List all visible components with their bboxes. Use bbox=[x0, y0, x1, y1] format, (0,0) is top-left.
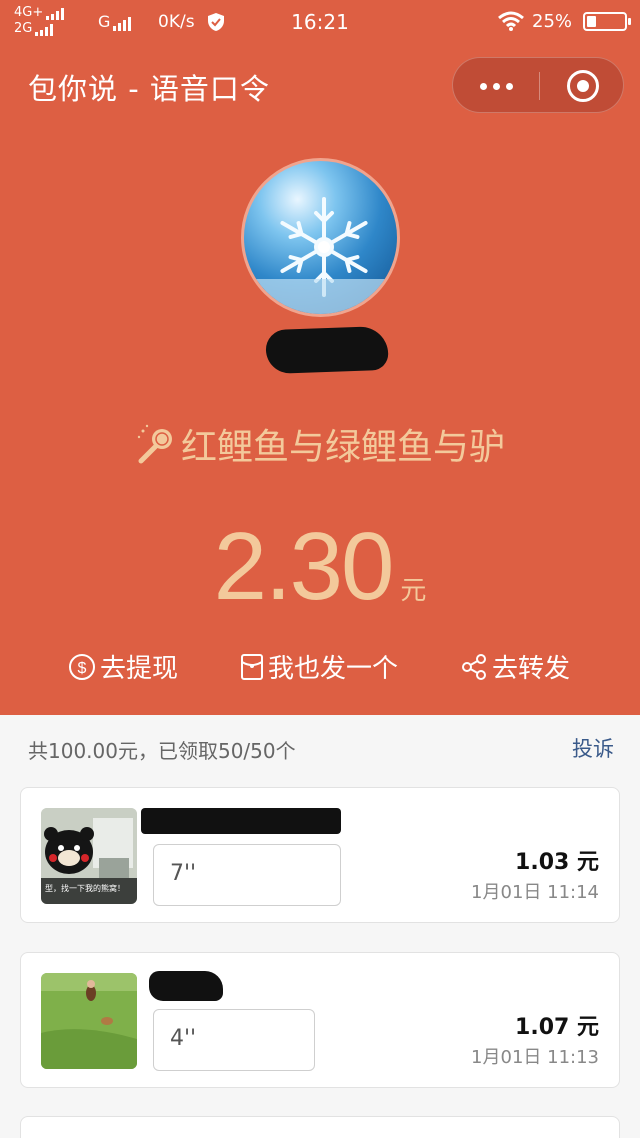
action-bar: $ 去提现 我也发一个 去转发 bbox=[0, 648, 640, 692]
record-avatar[interactable] bbox=[41, 973, 137, 1069]
microphone-icon bbox=[137, 424, 172, 464]
snowflake-icon bbox=[244, 197, 397, 314]
voice-duration: 7'' bbox=[170, 861, 197, 886]
amount-unit: 元 bbox=[400, 576, 427, 606]
header-panel: 4G+ 2G G 0K/s 16:21 25% 包你说 - 语音口令 红鲤鱼与绿… bbox=[0, 0, 640, 715]
report-link[interactable]: 投诉 bbox=[572, 733, 614, 763]
record-card: 型，找一下我的熊窝！ 7'' 1.03 元 1月01日 11:14 bbox=[20, 787, 620, 923]
dog-photo bbox=[41, 973, 137, 1069]
target-icon bbox=[577, 80, 589, 92]
dollar-circle-icon: $ bbox=[69, 653, 95, 680]
more-options-button[interactable] bbox=[453, 58, 539, 114]
photo-caption: 型，找一下我的熊窝！ bbox=[45, 884, 125, 893]
record-card: 4'' 1.07 元 1月01日 11:13 bbox=[20, 952, 620, 1088]
send-one-button[interactable]: 我也发一个 bbox=[240, 648, 398, 685]
red-packet-icon bbox=[241, 653, 263, 680]
share-icon bbox=[462, 653, 486, 680]
withdraw-label: 去提现 bbox=[100, 654, 179, 684]
sender-avatar[interactable] bbox=[241, 158, 400, 317]
sender-name-redacted bbox=[265, 325, 389, 375]
record-card bbox=[20, 1116, 620, 1138]
forward-button[interactable]: 去转发 bbox=[460, 648, 570, 685]
close-mini-program-button[interactable] bbox=[567, 70, 599, 102]
forward-label: 去转发 bbox=[492, 654, 571, 684]
username-redacted bbox=[149, 971, 223, 1001]
capsule-divider bbox=[539, 72, 540, 100]
phrase-text: 红鲤鱼与绿鲤鱼与驴 bbox=[180, 427, 505, 468]
record-time: 1月01日 11:13 bbox=[471, 1047, 599, 1068]
send-one-label: 我也发一个 bbox=[268, 654, 399, 684]
username-redacted bbox=[141, 808, 341, 834]
voice-message-button[interactable]: 7'' bbox=[153, 844, 341, 906]
battery-level bbox=[587, 16, 596, 27]
voice-message-button[interactable]: 4'' bbox=[153, 1009, 315, 1071]
summary-bar: 共100.00元，已领取50/50个 投诉 bbox=[0, 715, 640, 781]
voice-phrase: 红鲤鱼与绿鲤鱼与驴 bbox=[0, 418, 640, 470]
page-title: 包你说 - 语音口令 bbox=[28, 72, 270, 106]
svg-text:$: $ bbox=[78, 660, 87, 677]
record-avatar[interactable]: 型，找一下我的熊窝！ bbox=[41, 808, 137, 904]
withdraw-button[interactable]: $ 去提现 bbox=[68, 648, 178, 685]
mini-program-capsule bbox=[452, 57, 624, 113]
record-amount: 1.03 元 bbox=[515, 850, 599, 875]
record-amount: 1.07 元 bbox=[515, 1015, 599, 1040]
more-dot-icon bbox=[479, 82, 487, 90]
battery-icon bbox=[583, 12, 631, 31]
received-amount: 2.30 元 bbox=[0, 512, 640, 622]
claim-summary: 共100.00元，已领取50/50个 bbox=[28, 739, 296, 763]
status-bar: 4G+ 2G G 0K/s 16:21 25% bbox=[0, 0, 640, 44]
record-time: 1月01日 11:14 bbox=[471, 882, 599, 903]
more-dot-icon bbox=[505, 82, 513, 90]
voice-duration: 4'' bbox=[170, 1026, 197, 1051]
amount-value: 2.30 bbox=[213, 513, 395, 620]
wifi-icon bbox=[498, 11, 524, 31]
more-dot-icon bbox=[492, 82, 500, 90]
battery-percent: 25% bbox=[532, 11, 573, 32]
